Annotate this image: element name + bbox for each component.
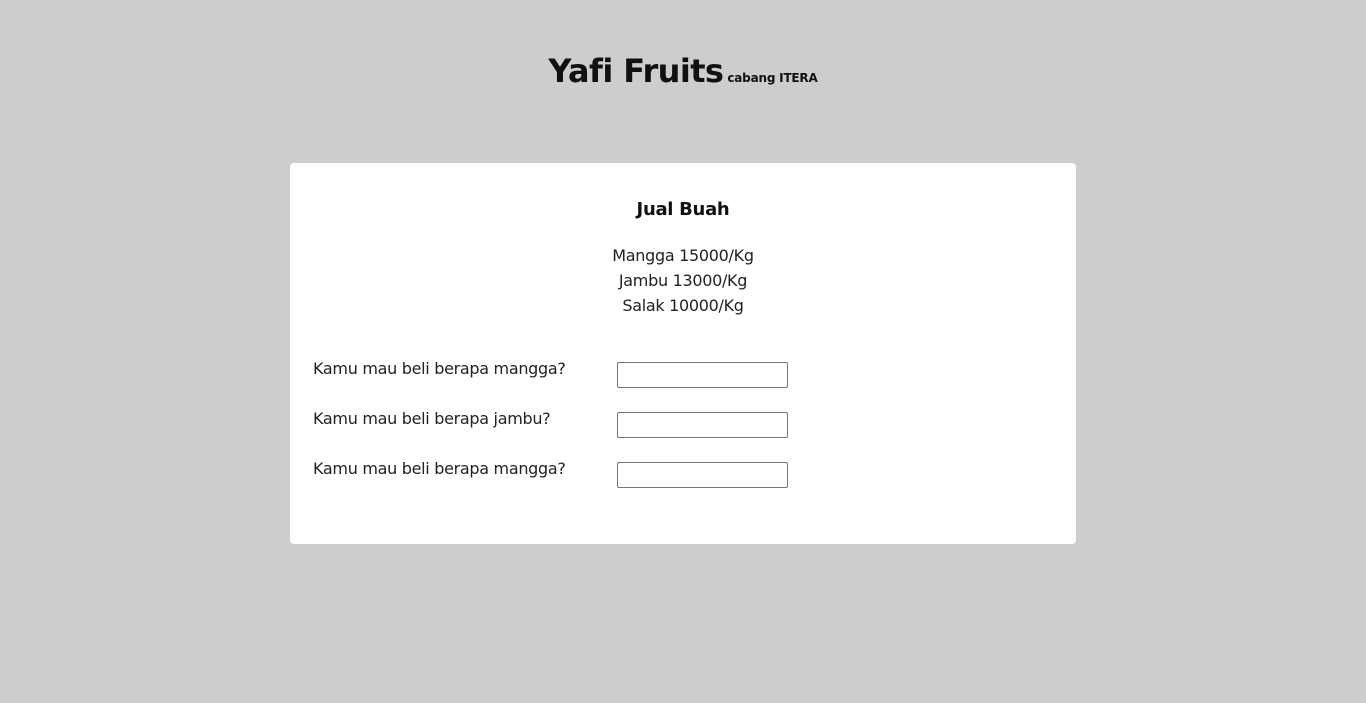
price-item: Mangga 15000/Kg — [612, 246, 754, 265]
form-row-mangga: Kamu mau beli berapa mangga? — [313, 359, 1053, 389]
form-row-third: Kamu mau beli berapa mangga? — [313, 459, 1053, 489]
mangga-quantity-label: Kamu mau beli berapa mangga? — [313, 359, 566, 378]
card-title: Jual Buah — [636, 199, 730, 220]
brand-subtitle: cabang ITERA — [727, 71, 818, 85]
jambu-quantity-label: Kamu mau beli berapa jambu? — [313, 409, 551, 428]
page-header: Yafi Fruits cabang ITERA — [0, 52, 1366, 90]
form-row-jambu: Kamu mau beli berapa jambu? — [313, 409, 1053, 439]
mangga-quantity-input[interactable] — [617, 362, 788, 388]
third-quantity-label: Kamu mau beli berapa mangga? — [313, 459, 566, 478]
price-list: Mangga 15000/Kg Jambu 13000/Kg Salak 100… — [290, 243, 1076, 318]
jambu-quantity-input[interactable] — [617, 412, 788, 438]
brand-title: Yafi Fruits — [548, 52, 724, 90]
order-card: Jual Buah Mangga 15000/Kg Jambu 13000/Kg… — [290, 163, 1076, 544]
third-quantity-input[interactable] — [617, 462, 788, 488]
price-item: Jambu 13000/Kg — [618, 271, 748, 290]
price-item: Salak 10000/Kg — [622, 296, 744, 315]
